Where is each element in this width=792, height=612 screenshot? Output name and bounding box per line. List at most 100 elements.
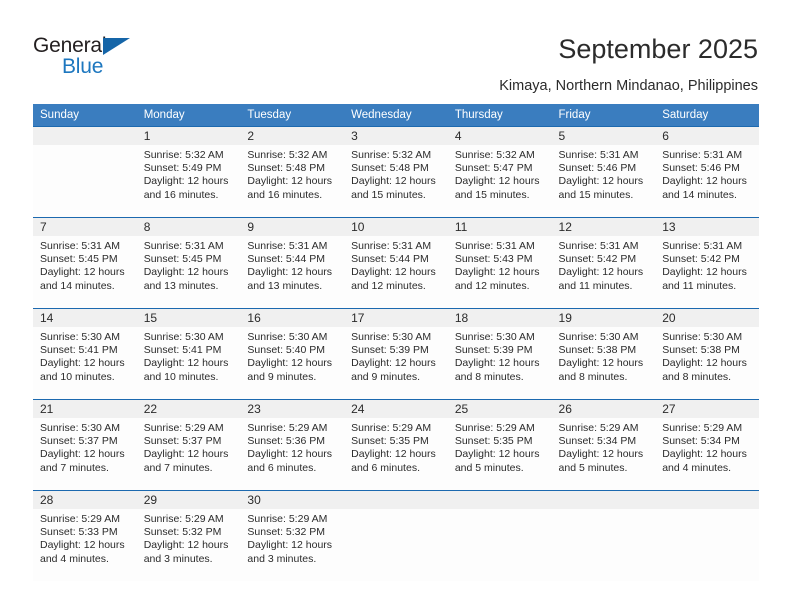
day-cell-inner: 20 Sunrise: 5:30 AM Sunset: 5:38 PM Dayligh… <box>655 309 759 399</box>
day-number: 11 <box>447 218 552 236</box>
sunset-text: Sunset: 5:48 PM <box>351 162 429 175</box>
calendar-day-cell[interactable]: 10 Sunrise: 5:31 AM Sunset: 5:44 PM Dayligh… <box>344 217 448 309</box>
calendar-day-cell[interactable]: 27 Sunrise: 5:29 AM Sunset: 5:34 PM Dayligh… <box>655 399 759 491</box>
calendar-day-cell[interactable]: 18 Sunrise: 5:30 AM Sunset: 5:39 PM Dayligh… <box>447 308 552 400</box>
calendar-day-cell[interactable]: 2 Sunrise: 5:32 AM Sunset: 5:48 PM Daylight… <box>240 126 345 218</box>
calendar-day-cell[interactable]: 19 Sunrise: 5:30 AM Sunset: 5:38 PM Dayligh… <box>551 308 656 400</box>
day-cell-details: Sunrise: 5:29 AM Sunset: 5:37 PM Daylight:… <box>137 418 241 475</box>
sunrise-text: Sunrise: 5:29 AM <box>247 513 328 525</box>
daylight-text: Daylight: 12 hours and 11 minutes. <box>662 266 747 292</box>
sunrise-text: Sunrise: 5:29 AM <box>143 422 224 434</box>
sunset-text: Sunset: 5:45 PM <box>143 253 222 266</box>
sunset-text: Sunset: 5:34 PM <box>662 435 740 448</box>
calendar-day-cell[interactable]: 15 Sunrise: 5:30 AM Sunset: 5:41 PM Dayligh… <box>136 308 241 400</box>
sunset-text: Sunset: 5:35 PM <box>454 435 533 448</box>
sunrise-text: Sunrise: 5:31 AM <box>351 240 432 252</box>
day-cell-details: Sunrise: 5:31 AM Sunset: 5:44 PM Daylight:… <box>344 236 448 293</box>
sunrise-text: Sunrise: 5:31 AM <box>662 149 743 161</box>
sunrise-text: Sunrise: 5:30 AM <box>351 331 432 343</box>
sunrise-text: Sunrise: 5:31 AM <box>143 240 224 252</box>
day-cell-details: Sunrise: 5:29 AM Sunset: 5:36 PM Daylight:… <box>240 418 344 475</box>
day-number <box>344 491 448 509</box>
calendar-day-cell[interactable]: 7 Sunrise: 5:31 AM Sunset: 5:45 PM Daylight… <box>33 217 137 309</box>
day-cell-inner: 2 Sunrise: 5:32 AM Sunset: 5:48 PM Daylight… <box>240 127 345 217</box>
day-cell-inner: 26 Sunrise: 5:29 AM Sunset: 5:34 PM Dayligh… <box>551 400 656 490</box>
day-cell-inner: 1 Sunrise: 5:32 AM Sunset: 5:49 PM Daylight… <box>136 127 241 217</box>
calendar-day-cell[interactable]: 3 Sunrise: 5:32 AM Sunset: 5:48 PM Daylight… <box>344 126 448 218</box>
day-cell-inner: 25 Sunrise: 5:29 AM Sunset: 5:35 PM Dayligh… <box>447 400 552 490</box>
day-cell-details: Sunrise: 5:31 AM Sunset: 5:43 PM Daylight:… <box>448 236 552 293</box>
calendar-day-cell[interactable]: 5 Sunrise: 5:31 AM Sunset: 5:46 PM Daylight… <box>551 126 656 218</box>
calendar-day-cell[interactable]: 30 Sunrise: 5:29 AM Sunset: 5:32 PM Dayligh… <box>240 490 345 581</box>
day-cell-inner: 6 Sunrise: 5:31 AM Sunset: 5:46 PM Daylight… <box>655 127 759 217</box>
day-cell-details: Sunrise: 5:32 AM Sunset: 5:48 PM Daylight:… <box>344 145 448 202</box>
calendar-day-cell[interactable]: 9 Sunrise: 5:31 AM Sunset: 5:44 PM Daylight… <box>240 217 345 309</box>
weekday-header-thursday: Thursday <box>447 104 552 127</box>
calendar-day-cell[interactable]: 1 Sunrise: 5:32 AM Sunset: 5:49 PM Daylight… <box>136 126 241 218</box>
day-number <box>655 491 759 509</box>
sunset-text: Sunset: 5:42 PM <box>558 253 637 266</box>
calendar-week-row: 21 Sunrise: 5:30 AM Sunset: 5:37 PM Dayligh… <box>33 399 759 491</box>
calendar-day-cell[interactable]: 8 Sunrise: 5:31 AM Sunset: 5:45 PM Daylight… <box>136 217 241 309</box>
calendar-day-cell[interactable]: 22 Sunrise: 5:29 AM Sunset: 5:37 PM Dayligh… <box>136 399 241 491</box>
calendar-day-cell[interactable]: 16 Sunrise: 5:30 AM Sunset: 5:40 PM Dayligh… <box>240 308 345 400</box>
daylight-text: Daylight: 12 hours and 9 minutes. <box>351 357 436 383</box>
day-cell-inner: 3 Sunrise: 5:32 AM Sunset: 5:48 PM Daylight… <box>344 127 448 217</box>
day-cell-details: Sunrise: 5:31 AM Sunset: 5:44 PM Daylight:… <box>240 236 344 293</box>
calendar-day-cell[interactable]: 28 Sunrise: 5:29 AM Sunset: 5:33 PM Dayligh… <box>33 490 137 581</box>
calendar-day-cell[interactable]: 17 Sunrise: 5:30 AM Sunset: 5:39 PM Dayligh… <box>344 308 448 400</box>
calendar-day-cell[interactable]: 25 Sunrise: 5:29 AM Sunset: 5:35 PM Dayligh… <box>447 399 552 491</box>
day-number: 26 <box>551 400 656 418</box>
calendar-day-cell[interactable]: 14 Sunrise: 5:30 AM Sunset: 5:41 PM Dayligh… <box>33 308 137 400</box>
day-cell-inner: 11 Sunrise: 5:31 AM Sunset: 5:43 PM Dayligh… <box>447 218 552 308</box>
calendar-day-cell[interactable]: 23 Sunrise: 5:29 AM Sunset: 5:36 PM Dayligh… <box>240 399 345 491</box>
calendar-day-cell[interactable]: 4 Sunrise: 5:32 AM Sunset: 5:47 PM Daylight… <box>447 126 552 218</box>
calendar-day-cell[interactable]: 6 Sunrise: 5:31 AM Sunset: 5:46 PM Daylight… <box>655 126 759 218</box>
day-number: 16 <box>240 309 345 327</box>
day-cell-inner: 16 Sunrise: 5:30 AM Sunset: 5:40 PM Dayligh… <box>240 309 345 399</box>
day-number <box>551 491 656 509</box>
day-cell-details: Sunrise: 5:31 AM Sunset: 5:46 PM Daylight:… <box>552 145 656 202</box>
calendar-day-cell[interactable]: 13 Sunrise: 5:31 AM Sunset: 5:42 PM Dayligh… <box>655 217 759 309</box>
sunset-text: Sunset: 5:32 PM <box>247 526 326 539</box>
calendar-day-cell[interactable]: 29 Sunrise: 5:29 AM Sunset: 5:32 PM Dayligh… <box>136 490 241 581</box>
general-blue-logo: General Blue <box>33 34 163 82</box>
sunrise-text: Sunrise: 5:30 AM <box>454 331 535 343</box>
sunrise-text: Sunrise: 5:30 AM <box>40 331 120 343</box>
day-cell-inner: 10 Sunrise: 5:31 AM Sunset: 5:44 PM Dayligh… <box>344 218 448 308</box>
calendar-day-cell[interactable]: 11 Sunrise: 5:31 AM Sunset: 5:43 PM Dayligh… <box>447 217 552 309</box>
sunrise-text: Sunrise: 5:31 AM <box>558 149 639 161</box>
day-cell-inner: 27 Sunrise: 5:29 AM Sunset: 5:34 PM Dayligh… <box>655 400 759 490</box>
daylight-text: Daylight: 12 hours and 7 minutes. <box>143 448 229 474</box>
day-cell-inner: 22 Sunrise: 5:29 AM Sunset: 5:37 PM Dayligh… <box>136 400 241 490</box>
sunrise-text: Sunrise: 5:30 AM <box>558 331 639 343</box>
page-subtitle-location: Kimaya, Northern Mindanao, Philippines <box>499 78 758 94</box>
daylight-text: Daylight: 12 hours and 12 minutes. <box>351 266 436 292</box>
day-cell-inner: 17 Sunrise: 5:30 AM Sunset: 5:39 PM Dayligh… <box>344 309 448 399</box>
calendar-day-cell[interactable]: 12 Sunrise: 5:31 AM Sunset: 5:42 PM Dayligh… <box>551 217 656 309</box>
day-cell-details: Sunrise: 5:31 AM Sunset: 5:45 PM Daylight:… <box>137 236 241 293</box>
sunset-text: Sunset: 5:48 PM <box>247 162 326 175</box>
calendar-day-cell[interactable]: 20 Sunrise: 5:30 AM Sunset: 5:38 PM Dayligh… <box>655 308 759 400</box>
day-number: 2 <box>240 127 345 145</box>
calendar-week-row: 7 Sunrise: 5:31 AM Sunset: 5:45 PM Daylight… <box>33 217 759 309</box>
sunset-text: Sunset: 5:33 PM <box>40 526 118 539</box>
calendar-day-cell[interactable]: 24 Sunrise: 5:29 AM Sunset: 5:35 PM Dayligh… <box>344 399 448 491</box>
day-number: 5 <box>551 127 656 145</box>
day-number: 23 <box>240 400 345 418</box>
sunset-text: Sunset: 5:46 PM <box>558 162 637 175</box>
day-cell-details: Sunrise: 5:29 AM Sunset: 5:32 PM Daylight:… <box>137 509 241 566</box>
day-number: 21 <box>33 400 137 418</box>
calendar-day-cell[interactable]: 21 Sunrise: 5:30 AM Sunset: 5:37 PM Dayligh… <box>33 399 137 491</box>
day-number: 29 <box>136 491 241 509</box>
daylight-text: Daylight: 12 hours and 8 minutes. <box>454 357 540 383</box>
weekday-header-sunday: Sunday <box>33 104 137 127</box>
day-number: 17 <box>344 309 448 327</box>
daylight-text: Daylight: 12 hours and 9 minutes. <box>247 357 333 383</box>
logo-text-blue: Blue <box>62 55 104 78</box>
daylight-text: Daylight: 12 hours and 3 minutes. <box>143 539 229 565</box>
sunrise-text: Sunrise: 5:29 AM <box>143 513 224 525</box>
sunset-text: Sunset: 5:34 PM <box>558 435 637 448</box>
sunrise-text: Sunrise: 5:30 AM <box>662 331 743 343</box>
calendar-day-cell[interactable]: 26 Sunrise: 5:29 AM Sunset: 5:34 PM Dayligh… <box>551 399 656 491</box>
